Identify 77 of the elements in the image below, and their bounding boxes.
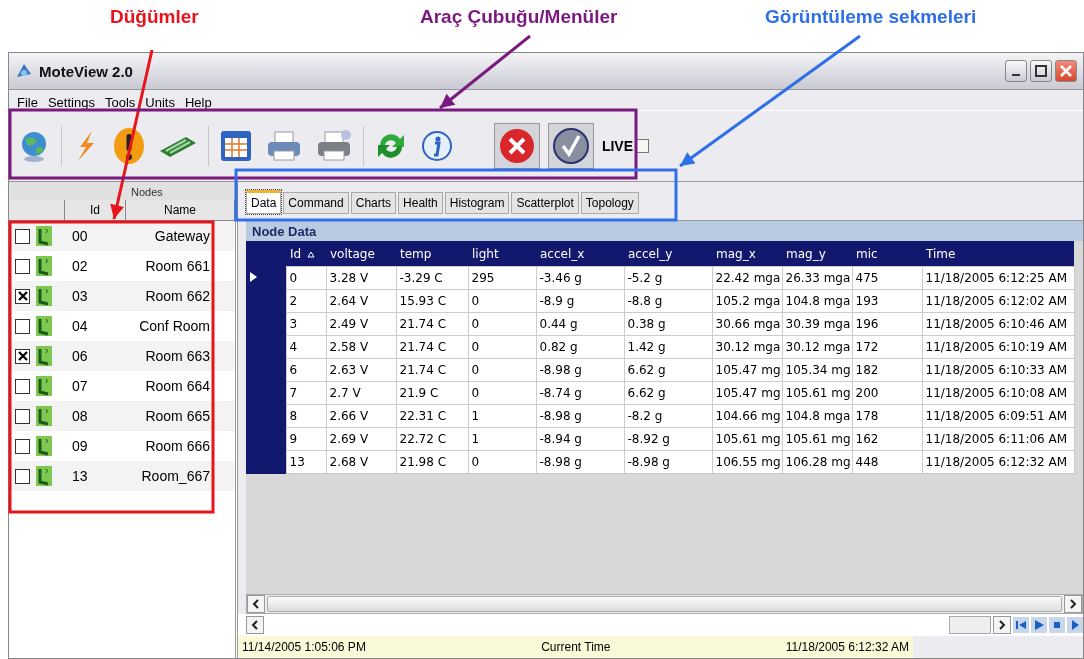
node-id: 04 [72, 318, 89, 334]
node-name: Conf Room [138, 318, 211, 334]
table-cell: 22.42 mga [712, 266, 782, 290]
table-cell: 11/18/2005 6:10:46 AM [922, 312, 1074, 336]
table-cell: -3.29 C [396, 266, 468, 290]
table-cell: 9 [286, 427, 326, 451]
table-cell: 11/18/2005 6:12:25 AM [922, 266, 1074, 290]
tab[interactable]: Command [283, 192, 349, 214]
menu-item[interactable]: File [17, 95, 38, 110]
table-cell: 11/18/2005 6:10:19 AM [922, 335, 1074, 359]
table-cell: 3.28 V [326, 266, 396, 290]
table-cell: 7 [286, 381, 326, 405]
node-id: 06 [72, 348, 89, 364]
table-cell: 26.33 mga [782, 266, 852, 290]
menu-item[interactable]: Settings [47, 95, 95, 110]
column-header[interactable]: mag_x [712, 241, 782, 267]
menu-item[interactable]: Units [145, 95, 175, 110]
column-header[interactable]: Time [922, 241, 1074, 267]
start-time: 11/14/2005 1:05:06 PM [242, 640, 366, 654]
table-cell: 11/18/2005 6:11:06 AM [922, 427, 1074, 451]
tab[interactable]: Data [246, 190, 282, 214]
table-cell: -3.46 g [536, 266, 624, 290]
column-header[interactable]: temp [396, 241, 468, 267]
node-name: Room 663 [144, 348, 211, 364]
node-id: 09 [72, 438, 89, 454]
tab[interactable]: Charts [350, 192, 397, 214]
node-id: 07 [72, 378, 89, 394]
table-cell: -5.2 g [624, 266, 712, 290]
node-name: Room_667 [140, 468, 211, 484]
table-cell: 6 [286, 358, 326, 382]
table-cell: 475 [852, 266, 922, 290]
table-cell: 11/18/2005 6:12:32 AM [922, 450, 1074, 474]
column-header[interactable]: Name [126, 200, 235, 220]
current-time: 11/18/2005 6:12:32 AM [785, 640, 909, 654]
status-label: Current Time [541, 640, 611, 654]
window-title: MoteView 2.0 [39, 62, 133, 80]
node-name: Room 665 [144, 408, 211, 424]
column-header[interactable]: accel_y [624, 241, 712, 267]
table-cell: 11/18/2005 6:12:02 AM [922, 289, 1074, 313]
node-id: 03 [72, 288, 89, 304]
grid-title: Node Data [246, 221, 1083, 241]
table-cell: 13 [286, 450, 326, 474]
column-header[interactable]: accel_x [536, 241, 624, 267]
annotation-label: Araç Çubuğu/Menüler [420, 6, 618, 28]
node-name: Room 664 [144, 378, 211, 394]
menu-item[interactable]: Tools [104, 95, 136, 110]
node-id: 13 [72, 468, 89, 484]
menu-item[interactable]: Help [184, 95, 212, 110]
table-cell: 2 [286, 289, 326, 313]
tab[interactable]: Scatterplot [511, 192, 579, 214]
table-cell: 8 [286, 404, 326, 428]
column-header[interactable]: mag_y [782, 241, 852, 267]
table-cell: 11/18/2005 6:10:08 AM [922, 381, 1074, 405]
table-cell: 4 [286, 335, 326, 359]
table-cell: 3 [286, 312, 326, 336]
node-name: Room 661 [144, 258, 211, 274]
table-cell: 0 [286, 266, 326, 290]
panel-title: Nodes [9, 182, 235, 200]
node-id: 02 [72, 258, 89, 274]
column-header[interactable]: voltage [326, 241, 396, 267]
node-name: Room 662 [144, 288, 211, 304]
column-header[interactable]: Id [286, 241, 326, 267]
annotation-label: Görüntüleme sekmeleri [765, 6, 977, 28]
node-id: 00 [72, 228, 89, 244]
column-header[interactable]: mic [852, 241, 922, 267]
tab[interactable]: Histogram [444, 192, 510, 214]
table-cell: 295 [468, 266, 536, 290]
column-header[interactable]: light [468, 241, 536, 267]
tab[interactable]: Topology [580, 192, 639, 214]
tab[interactable]: Health [398, 192, 443, 214]
node-name: Gateway [153, 228, 211, 244]
node-name: Room 666 [144, 438, 211, 454]
annotation-label: Düğümler [110, 6, 199, 28]
live-label: LIVE [601, 138, 633, 154]
node-id: 08 [72, 408, 89, 424]
table-cell: 11/18/2005 6:10:33 AM [922, 358, 1074, 382]
table-cell: 11/18/2005 6:09:51 AM [922, 404, 1074, 428]
